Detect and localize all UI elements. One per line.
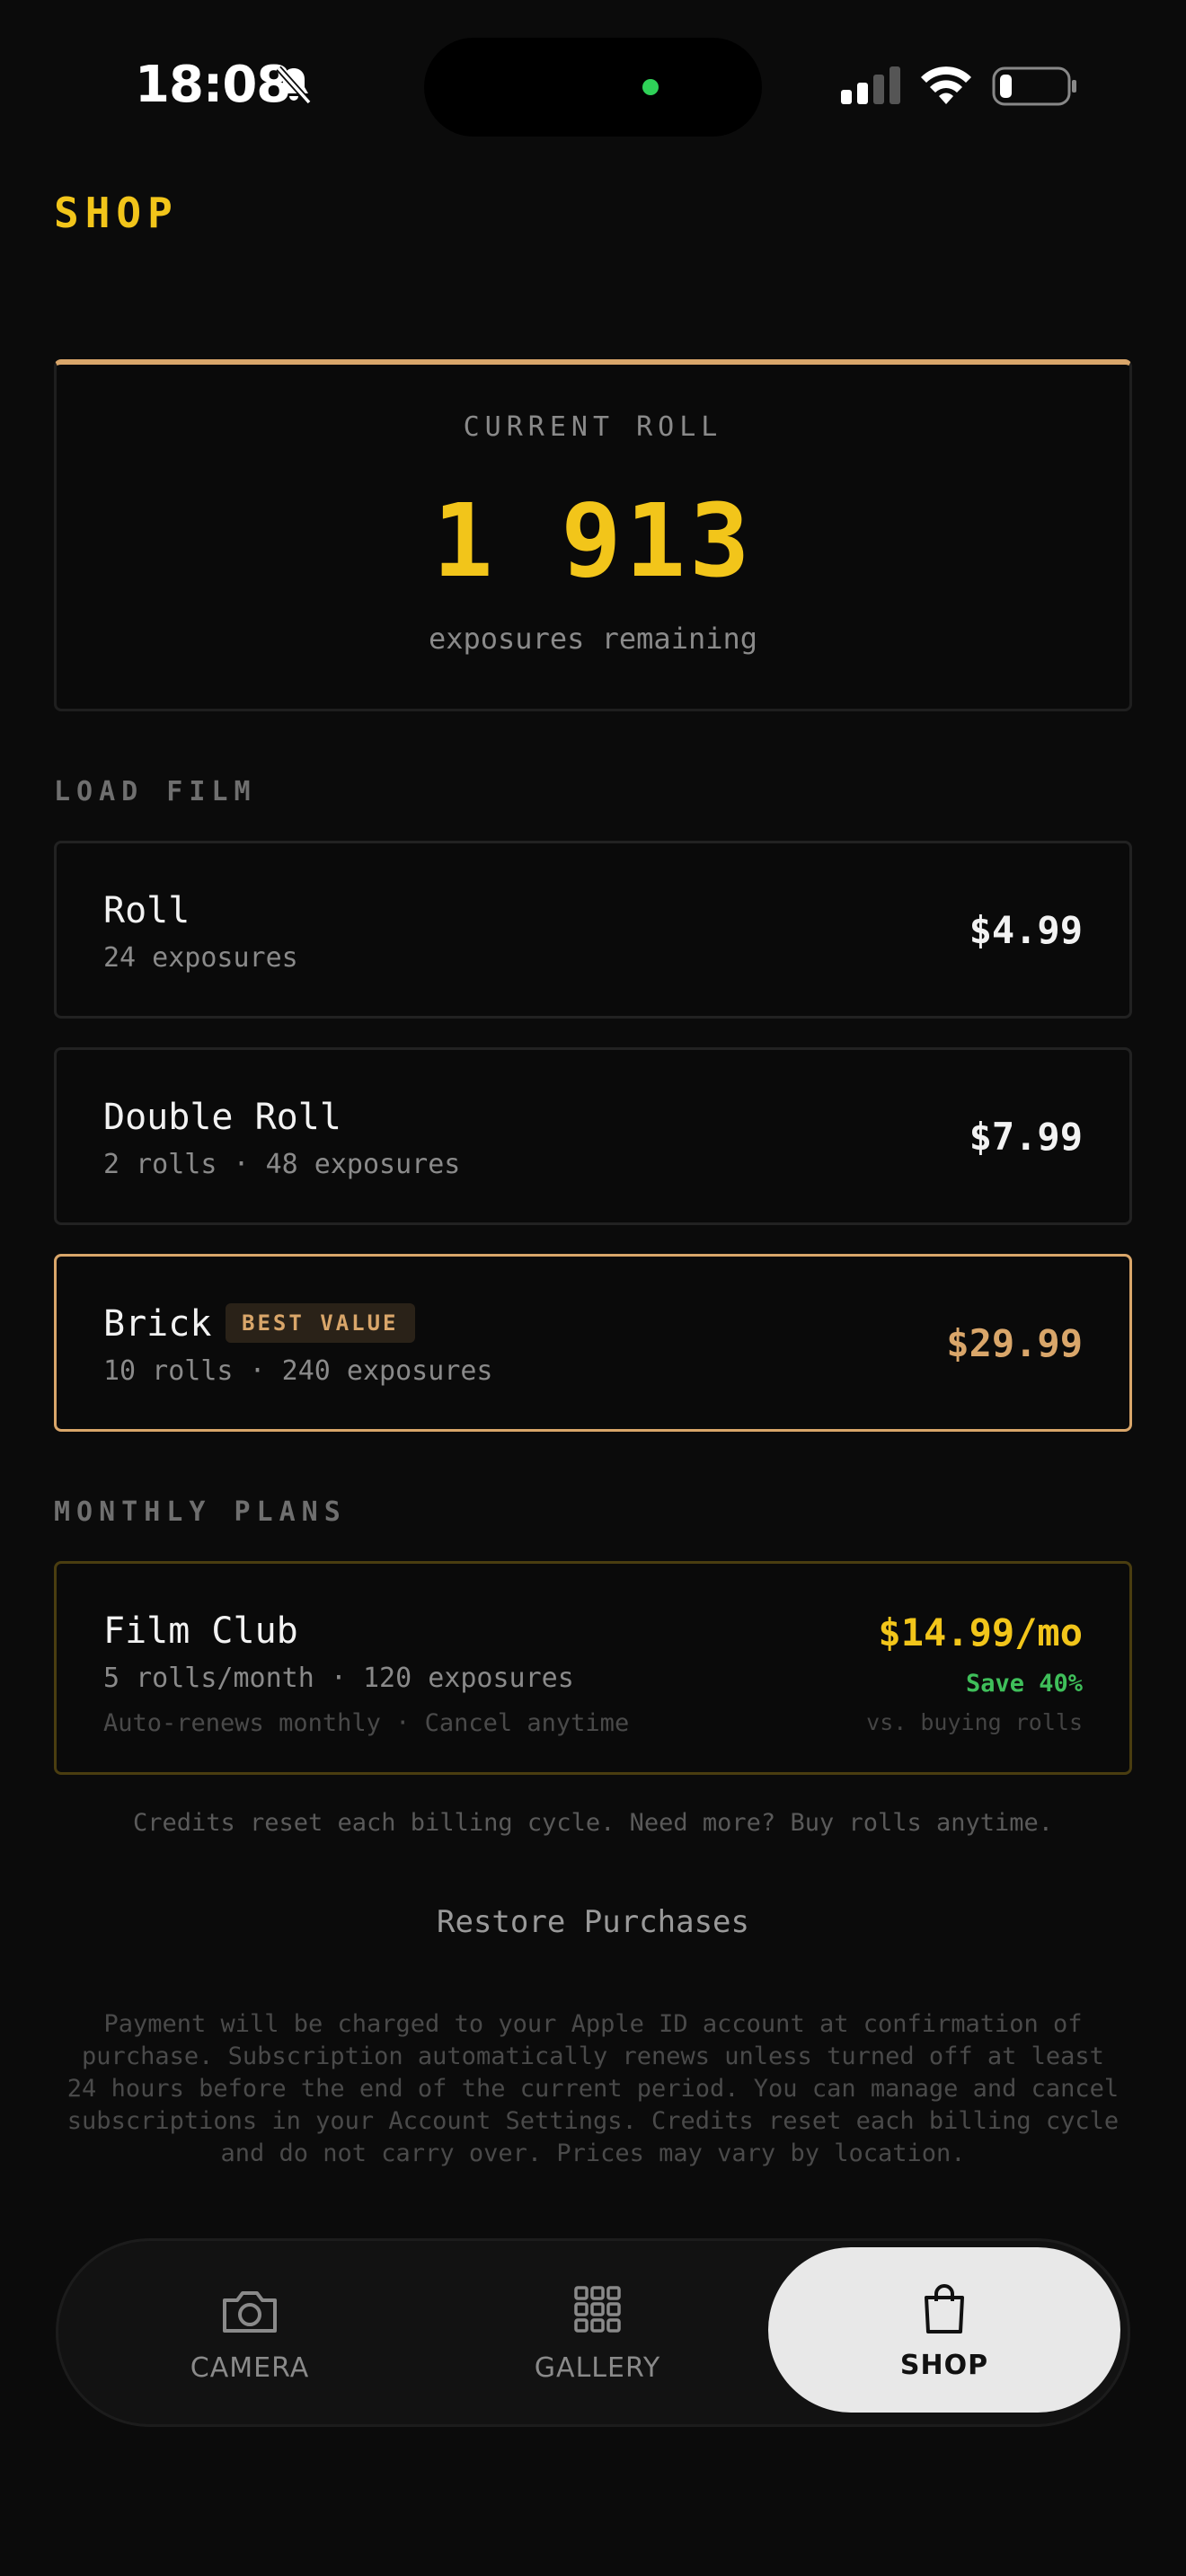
product-name: Double Roll	[103, 1097, 341, 1138]
load-film-heading: LOAD FILM	[54, 776, 257, 807]
tab-label: GALLERY	[534, 2352, 661, 2384]
film-club-plan-card[interactable]: Film Club 5 rolls/month · 120 exposures …	[54, 1561, 1132, 1775]
plan-price: $14.99/mo	[878, 1610, 1083, 1654]
grid-icon	[574, 2286, 621, 2333]
dynamic-island	[424, 38, 762, 137]
product-name: Brick	[103, 1303, 212, 1345]
camera-icon	[223, 2291, 277, 2333]
plan-detail: 5 rolls/month · 120 exposures	[103, 1663, 574, 1694]
credits-reset-note: Credits reset each billing cycle. Need m…	[132, 1809, 1054, 1837]
tab-label: CAMERA	[190, 2352, 310, 2384]
tab-shop[interactable]: SHOP	[768, 2247, 1120, 2413]
monthly-plans-heading: MONTHLY PLANS	[54, 1496, 347, 1528]
best-value-badge: BEST VALUE	[226, 1303, 415, 1343]
plan-name: Film Club	[103, 1610, 298, 1652]
product-double-roll-card[interactable]: Double Roll 2 rolls · 48 exposures $7.99	[54, 1047, 1132, 1225]
wifi-icon	[921, 66, 971, 104]
tab-gallery[interactable]: GALLERY	[422, 2241, 773, 2424]
product-price: $4.99	[969, 908, 1083, 952]
bell-muted-icon	[276, 66, 312, 105]
product-name: Roll	[103, 890, 190, 931]
battery-icon	[992, 66, 1076, 106]
cellular-signal-icon	[841, 66, 900, 104]
legal-text: Payment will be charged to your Apple ID…	[66, 2010, 1120, 2167]
product-roll-card[interactable]: Roll 24 exposures $4.99	[54, 841, 1132, 1019]
plan-savings-note: vs. buying rolls	[866, 1709, 1083, 1735]
shopping-bag-icon	[925, 2284, 964, 2333]
current-roll-label: CURRENT ROLL	[463, 411, 723, 443]
product-price: $7.99	[969, 1115, 1083, 1159]
exposures-count: 1 913	[432, 483, 754, 600]
tab-camera[interactable]: CAMERA	[75, 2241, 425, 2424]
product-detail: 10 rolls · 240 exposures	[103, 1355, 493, 1387]
current-roll-card: CURRENT ROLL 1 913 exposures remaining	[54, 359, 1132, 711]
plan-renew-note: Auto-renews monthly · Cancel anytime	[103, 1709, 630, 1737]
camera-indicator-dot	[642, 79, 659, 95]
exposures-remaining-label: exposures remaining	[428, 622, 758, 656]
page-title: SHOP	[54, 189, 179, 237]
restore-purchases-button[interactable]: Restore Purchases	[0, 1904, 1186, 1940]
status-time: 18:08	[135, 56, 291, 114]
plan-savings: Save 40%	[965, 1670, 1083, 1698]
product-brick-card[interactable]: Brick BEST VALUE 10 rolls · 240 exposure…	[54, 1254, 1132, 1432]
product-detail: 24 exposures	[103, 942, 298, 974]
tab-label: SHOP	[899, 2350, 989, 2381]
product-price: $29.99	[946, 1321, 1083, 1365]
product-detail: 2 rolls · 48 exposures	[103, 1149, 461, 1180]
